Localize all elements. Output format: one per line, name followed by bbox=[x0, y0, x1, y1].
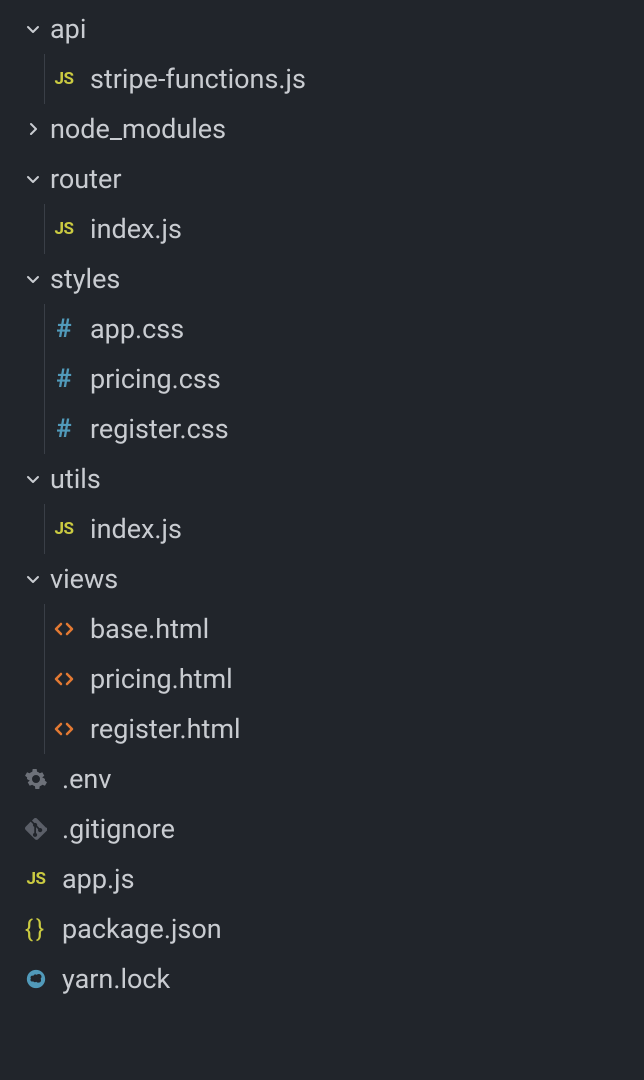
file-utils-index-js[interactable]: JS index.js bbox=[0, 504, 644, 554]
file-label: .gitignore bbox=[62, 813, 175, 845]
js-file-icon: JS bbox=[50, 65, 78, 93]
indent-guide bbox=[44, 404, 45, 454]
file-base-html[interactable]: base.html bbox=[0, 604, 644, 654]
folder-api[interactable]: api bbox=[0, 4, 644, 54]
file-pricing-css[interactable]: # pricing.css bbox=[0, 354, 644, 404]
file-label: app.css bbox=[90, 313, 184, 345]
file-explorer-tree: api JS stripe-functions.js node_modules … bbox=[0, 4, 644, 1004]
indent-guide bbox=[44, 704, 45, 754]
css-file-icon: # bbox=[50, 315, 78, 343]
chevron-right-icon bbox=[22, 118, 44, 140]
css-file-icon: # bbox=[50, 365, 78, 393]
file-label: index.js bbox=[90, 513, 182, 545]
file-app-css[interactable]: # app.css bbox=[0, 304, 644, 354]
gear-icon bbox=[22, 765, 50, 793]
file-label: package.json bbox=[62, 913, 222, 945]
file-label: register.html bbox=[90, 713, 241, 745]
folder-label: views bbox=[50, 563, 118, 595]
folder-views[interactable]: views bbox=[0, 554, 644, 604]
json-file-icon: {} bbox=[22, 915, 50, 943]
html-file-icon bbox=[50, 665, 78, 693]
html-file-icon bbox=[50, 715, 78, 743]
folder-utils[interactable]: utils bbox=[0, 454, 644, 504]
indent-guide bbox=[44, 54, 45, 104]
chevron-down-icon bbox=[22, 168, 44, 190]
git-icon bbox=[22, 815, 50, 843]
chevron-down-icon bbox=[22, 268, 44, 290]
file-router-index-js[interactable]: JS index.js bbox=[0, 204, 644, 254]
file-package-json[interactable]: {} package.json bbox=[0, 904, 644, 954]
folder-label: api bbox=[50, 13, 86, 45]
indent-guide bbox=[44, 354, 45, 404]
folder-router[interactable]: router bbox=[0, 154, 644, 204]
file-pricing-html[interactable]: pricing.html bbox=[0, 654, 644, 704]
folder-styles[interactable]: styles bbox=[0, 254, 644, 304]
js-file-icon: JS bbox=[22, 865, 50, 893]
file-label: yarn.lock bbox=[62, 963, 170, 995]
indent-guide bbox=[44, 654, 45, 704]
file-yarn-lock[interactable]: yarn.lock bbox=[0, 954, 644, 1004]
file-label: .env bbox=[62, 763, 111, 795]
indent-guide bbox=[44, 604, 45, 654]
indent-guide bbox=[44, 304, 45, 354]
folder-label: node_modules bbox=[50, 113, 226, 145]
yarn-icon bbox=[22, 965, 50, 993]
folder-node-modules[interactable]: node_modules bbox=[0, 104, 644, 154]
indent-guide bbox=[44, 504, 45, 554]
css-file-icon: # bbox=[50, 415, 78, 443]
file-label: pricing.html bbox=[90, 663, 233, 695]
chevron-down-icon bbox=[22, 18, 44, 40]
file-env[interactable]: .env bbox=[0, 754, 644, 804]
chevron-down-icon bbox=[22, 568, 44, 590]
file-label: pricing.css bbox=[90, 363, 221, 395]
file-gitignore[interactable]: .gitignore bbox=[0, 804, 644, 854]
file-label: register.css bbox=[90, 413, 229, 445]
folder-label: utils bbox=[50, 463, 101, 495]
file-label: app.js bbox=[62, 863, 135, 895]
folder-label: styles bbox=[50, 263, 120, 295]
chevron-down-icon bbox=[22, 468, 44, 490]
folder-label: router bbox=[50, 163, 121, 195]
file-register-html[interactable]: register.html bbox=[0, 704, 644, 754]
indent-guide bbox=[44, 204, 45, 254]
file-label: stripe-functions.js bbox=[90, 63, 306, 95]
js-file-icon: JS bbox=[50, 515, 78, 543]
file-register-css[interactable]: # register.css bbox=[0, 404, 644, 454]
html-file-icon bbox=[50, 615, 78, 643]
file-stripe-functions-js[interactable]: JS stripe-functions.js bbox=[0, 54, 644, 104]
file-app-js[interactable]: JS app.js bbox=[0, 854, 644, 904]
js-file-icon: JS bbox=[50, 215, 78, 243]
file-label: index.js bbox=[90, 213, 182, 245]
file-label: base.html bbox=[90, 613, 209, 645]
